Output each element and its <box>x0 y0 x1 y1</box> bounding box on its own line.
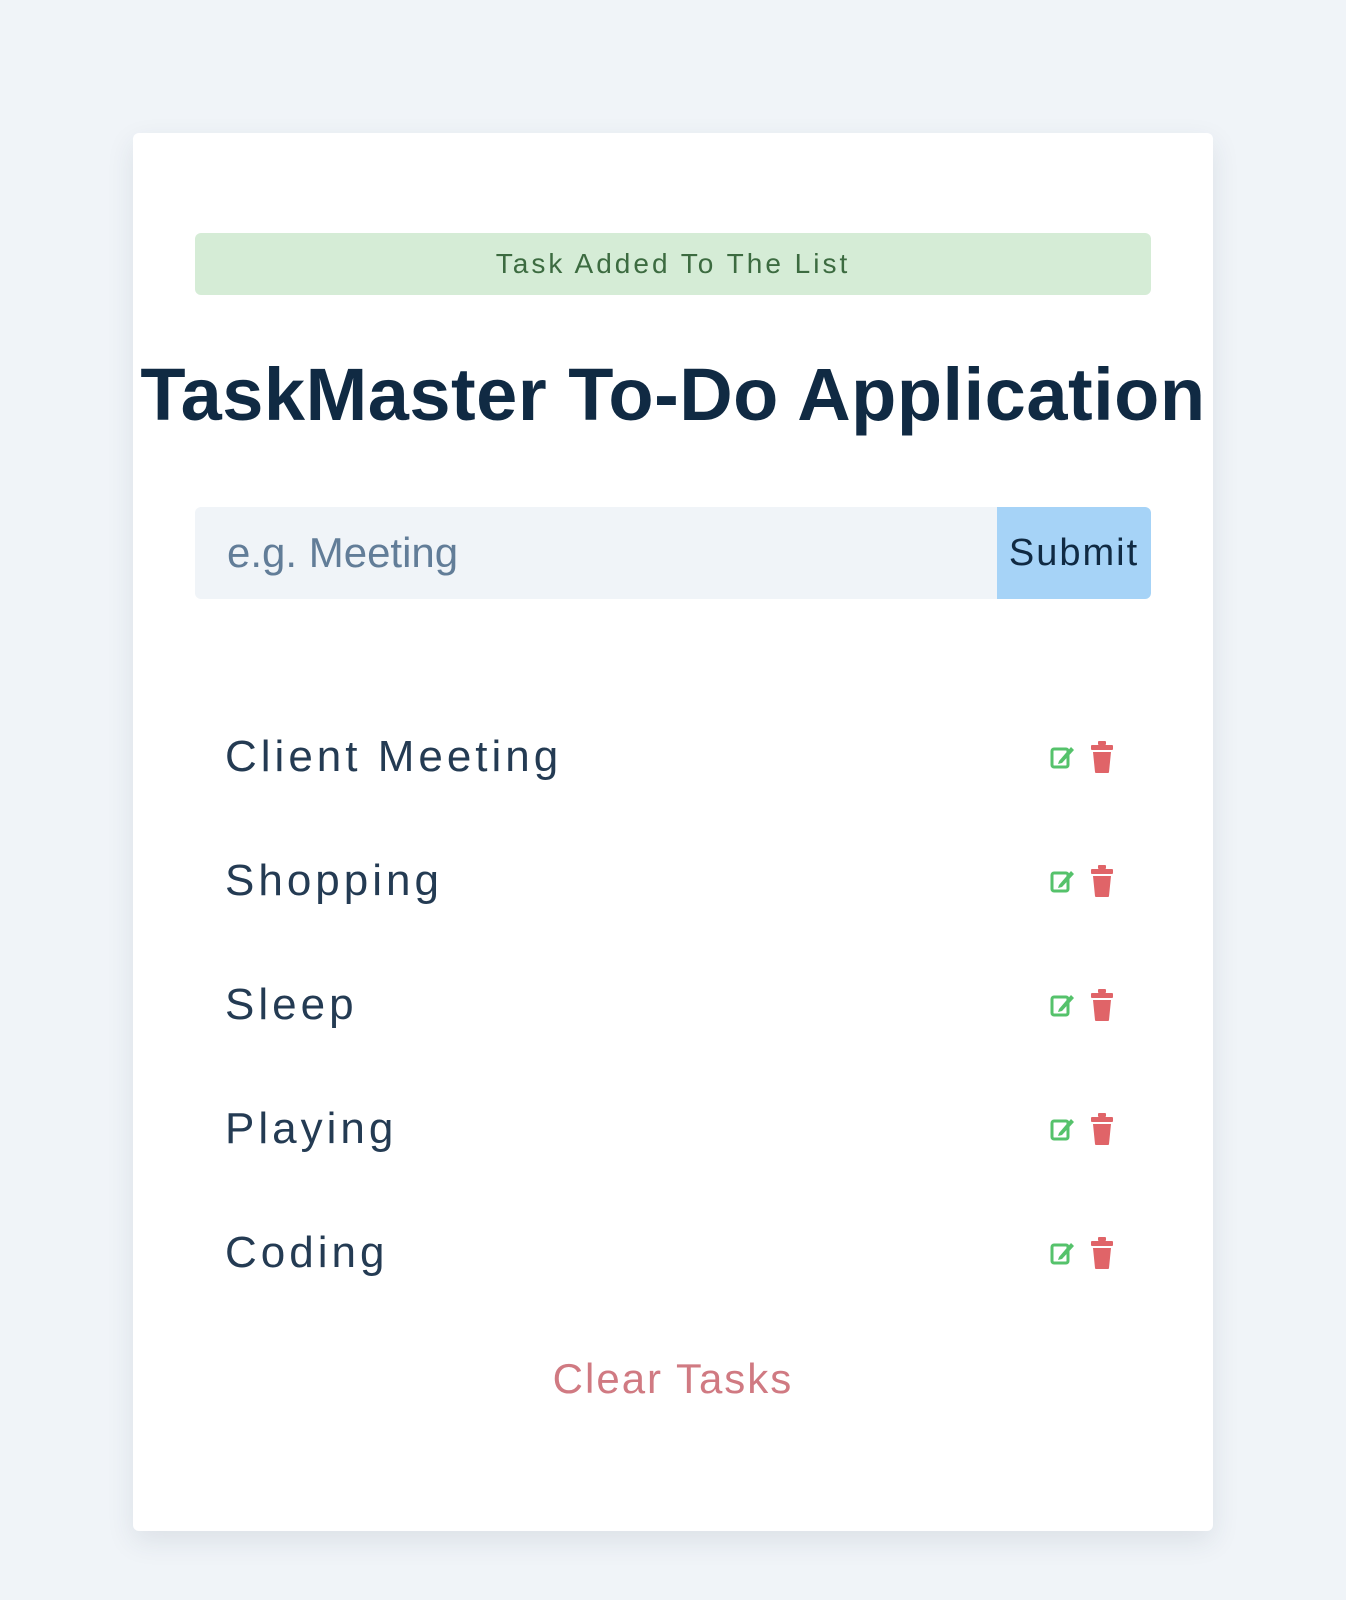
page-title: TaskMaster To-Do Application <box>140 353 1206 436</box>
edit-button[interactable] <box>1049 1111 1075 1147</box>
edit-icon <box>1050 871 1074 893</box>
edit-icon <box>1050 1243 1074 1265</box>
task-actions <box>1049 819 1115 943</box>
edit-button[interactable] <box>1049 739 1075 775</box>
submit-button[interactable]: Submit <box>997 507 1151 599</box>
task-list: Client Meeting Shopping Sleep Playing Coding <box>195 695 1151 1315</box>
clear-tasks-button[interactable]: Clear Tasks <box>133 1355 1213 1403</box>
trash-icon <box>1091 865 1113 897</box>
edit-icon <box>1050 995 1074 1017</box>
delete-button[interactable] <box>1089 1235 1115 1271</box>
alert-text: Task Added To The List <box>495 248 851 279</box>
task-actions <box>1049 1191 1115 1315</box>
success-alert: Task Added To The List <box>195 233 1151 295</box>
edit-button[interactable] <box>1049 987 1075 1023</box>
edit-button[interactable] <box>1049 863 1075 899</box>
list-item: Client Meeting <box>195 695 1151 819</box>
todo-card: Task Added To The List TaskMaster To-Do … <box>133 133 1213 1531</box>
task-form: Submit <box>195 507 1151 599</box>
task-input[interactable] <box>195 507 997 599</box>
trash-icon <box>1091 741 1113 773</box>
task-name: Playing <box>225 1104 398 1153</box>
edit-icon <box>1050 1119 1074 1141</box>
task-name: Coding <box>225 1228 389 1277</box>
task-actions <box>1049 943 1115 1067</box>
task-name: Sleep <box>225 980 358 1029</box>
delete-button[interactable] <box>1089 863 1115 899</box>
task-name: Client Meeting <box>225 732 563 781</box>
delete-button[interactable] <box>1089 739 1115 775</box>
task-actions <box>1049 1067 1115 1191</box>
list-item: Playing <box>195 1067 1151 1191</box>
list-item: Sleep <box>195 943 1151 1067</box>
delete-button[interactable] <box>1089 987 1115 1023</box>
task-name: Shopping <box>225 856 443 905</box>
trash-icon <box>1091 989 1113 1021</box>
trash-icon <box>1091 1113 1113 1145</box>
edit-button[interactable] <box>1049 1235 1075 1271</box>
delete-button[interactable] <box>1089 1111 1115 1147</box>
list-item: Coding <box>195 1191 1151 1315</box>
edit-icon <box>1050 747 1074 769</box>
task-actions <box>1049 695 1115 819</box>
trash-icon <box>1091 1237 1113 1269</box>
list-item: Shopping <box>195 819 1151 943</box>
